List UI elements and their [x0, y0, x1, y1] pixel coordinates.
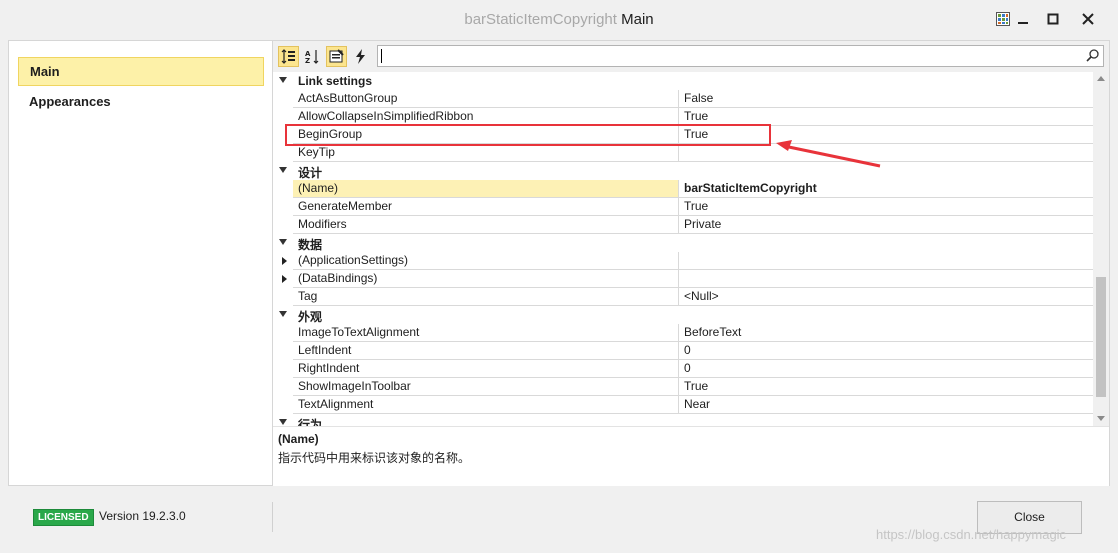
property-name[interactable]: Tag	[293, 288, 679, 306]
property-value[interactable]: False	[679, 90, 1093, 108]
category-row[interactable]: 设计	[273, 162, 1093, 180]
annotation-arrow	[776, 140, 881, 168]
property-value[interactable]	[679, 252, 1093, 270]
property-value[interactable]: 0	[679, 342, 1093, 360]
property-row[interactable]: ImageToTextAlignment BeforeText	[273, 324, 1093, 342]
search-icon[interactable]	[1086, 48, 1100, 62]
property-name[interactable]: Modifiers	[293, 216, 679, 234]
category-row[interactable]: Link settings	[273, 72, 1093, 90]
scroll-down-arrow[interactable]	[1097, 416, 1105, 421]
property-name[interactable]: (ApplicationSettings)	[293, 252, 679, 270]
text-caret	[381, 49, 382, 63]
events-icon	[356, 49, 365, 64]
property-value[interactable]: True	[679, 378, 1093, 396]
property-name[interactable]: TextAlignment	[293, 396, 679, 414]
collapse-arrow-icon[interactable]	[279, 77, 287, 83]
highlight-box	[285, 124, 771, 146]
property-row[interactable]: LeftIndent 0	[273, 342, 1093, 360]
property-name[interactable]: (DataBindings)	[293, 270, 679, 288]
categorized-icon	[281, 49, 295, 64]
sidebar-item-appearances[interactable]: Appearances	[18, 87, 264, 116]
vertical-scrollbar[interactable]	[1093, 72, 1109, 426]
category-row[interactable]: 行为	[273, 414, 1093, 426]
expand-arrow-icon[interactable]	[282, 257, 287, 265]
category-name: Link settings	[298, 74, 373, 88]
property-name[interactable]: ShowImageInToolbar	[293, 378, 679, 396]
property-name[interactable]: RightIndent	[293, 360, 679, 378]
collapse-arrow-icon[interactable]	[279, 167, 287, 173]
property-row[interactable]: RightIndent 0	[273, 360, 1093, 378]
categorized-button[interactable]	[278, 46, 299, 67]
licensed-badge: LICENSED	[33, 509, 94, 526]
property-row[interactable]: (DataBindings)	[273, 270, 1093, 288]
expand-arrow-icon[interactable]	[282, 275, 287, 283]
collapse-arrow-icon[interactable]	[279, 419, 287, 425]
collapse-arrow-icon[interactable]	[279, 239, 287, 245]
sidebar-item-main[interactable]: Main	[18, 57, 264, 86]
description-panel: (Name) 指示代码中用来标识该对象的名称。	[273, 426, 1109, 486]
watermark: https://blog.csdn.net/happymagic	[876, 527, 1067, 542]
window-title-page: Main	[621, 11, 654, 28]
property-row[interactable]: KeyTip	[273, 144, 1093, 162]
property-name[interactable]: LeftIndent	[293, 342, 679, 360]
property-value[interactable]: barStaticItemCopyright	[679, 180, 1093, 198]
property-row[interactable]: GenerateMember True	[273, 198, 1093, 216]
version-label: Version 19.2.3.0	[99, 509, 186, 523]
property-row[interactable]: ShowImageInToolbar True	[273, 378, 1093, 396]
property-name[interactable]: ActAsButtonGroup	[293, 90, 679, 108]
alphabetical-button[interactable]: A Z	[302, 46, 323, 67]
footer-divider	[272, 502, 273, 532]
window-title-object: barStaticItemCopyright	[464, 11, 617, 28]
maximize-icon	[1047, 13, 1059, 25]
footer: LICENSED Version 19.2.3.0 Close https://…	[0, 486, 1118, 553]
events-button[interactable]	[350, 46, 371, 67]
property-row[interactable]: ActAsButtonGroup False	[273, 90, 1093, 108]
category-row[interactable]: 数据	[273, 234, 1093, 252]
property-row[interactable]: Modifiers Private	[273, 216, 1093, 234]
property-name[interactable]: ImageToTextAlignment	[293, 324, 679, 342]
property-name[interactable]: KeyTip	[293, 144, 679, 162]
property-name[interactable]: (Name)	[293, 180, 679, 198]
properties-button[interactable]	[326, 46, 347, 67]
property-value[interactable]: <Null>	[679, 288, 1093, 306]
description-text: 指示代码中用来标识该对象的名称。	[278, 451, 471, 465]
alphabetical-icon: A Z	[305, 50, 319, 64]
properties-icon	[329, 49, 344, 63]
category-row[interactable]: 外观	[273, 306, 1093, 324]
window-title: barStaticItemCopyright Main	[0, 11, 1118, 28]
title-bar: barStaticItemCopyright Main	[0, 0, 1118, 40]
maximize-button[interactable]	[1040, 8, 1066, 30]
property-value[interactable]: True	[679, 198, 1093, 216]
category-name: 数据	[298, 238, 323, 252]
grid-icon	[996, 12, 1010, 26]
category-name: 外观	[298, 310, 323, 324]
property-row[interactable]: (Name) barStaticItemCopyright	[273, 180, 1093, 198]
scroll-thumb[interactable]	[1096, 277, 1106, 397]
close-window-button[interactable]	[1075, 8, 1101, 30]
minimize-icon	[1018, 22, 1028, 24]
scroll-up-arrow[interactable]	[1097, 76, 1105, 81]
sidebar: Main Appearances	[8, 40, 273, 486]
collapse-arrow-icon[interactable]	[279, 311, 287, 317]
description-title: (Name)	[278, 432, 319, 446]
minimize-button[interactable]	[1010, 8, 1036, 30]
property-value[interactable]: Near	[679, 396, 1093, 414]
property-row[interactable]: TextAlignment Near	[273, 396, 1093, 414]
property-panel: A Z Link settings ActAsButtonGroup False…	[273, 40, 1110, 486]
property-row[interactable]: Tag <Null>	[273, 288, 1093, 306]
property-search-input[interactable]	[377, 45, 1104, 67]
category-name: 设计	[298, 166, 323, 180]
property-row[interactable]: (ApplicationSettings)	[273, 252, 1093, 270]
property-name[interactable]: GenerateMember	[293, 198, 679, 216]
close-icon	[1082, 13, 1094, 25]
category-name: 行为	[298, 418, 323, 426]
property-toolbar: A Z	[273, 41, 1109, 72]
property-value[interactable]: 0	[679, 360, 1093, 378]
property-value[interactable]: Private	[679, 216, 1093, 234]
property-value[interactable]	[679, 144, 1093, 162]
property-value[interactable]: BeforeText	[679, 324, 1093, 342]
svg-text:Z: Z	[305, 57, 310, 64]
property-value[interactable]	[679, 270, 1093, 288]
